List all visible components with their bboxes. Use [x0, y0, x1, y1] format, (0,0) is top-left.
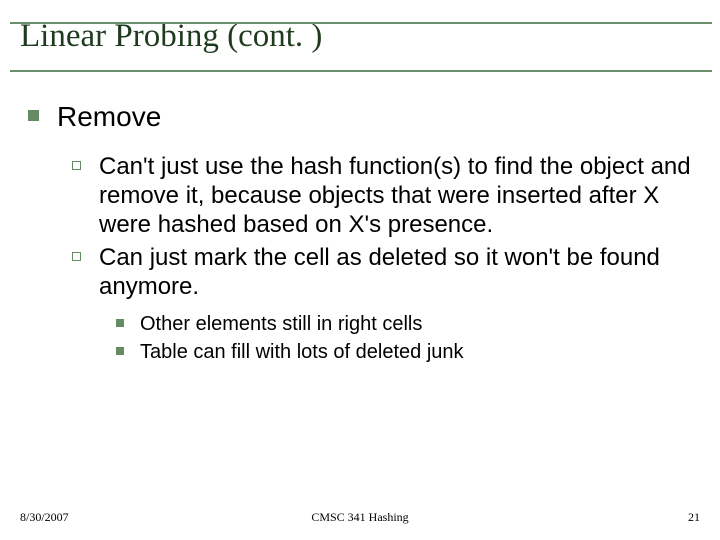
- bullet-level3: Table can fill with lots of deleted junk: [116, 339, 692, 365]
- bullet-level3-group: Other elements still in right cells Tabl…: [116, 311, 692, 365]
- bullet-level2: Can't just use the hash function(s) to f…: [72, 152, 692, 239]
- square-outline-bullet-icon: [72, 161, 81, 170]
- bullet-level2-text: Can't just use the hash function(s) to f…: [99, 152, 692, 239]
- bullet-level2-text: Can just mark the cell as deleted so it …: [99, 243, 692, 301]
- footer-page-number: 21: [688, 510, 700, 525]
- bullet-level3: Other elements still in right cells: [116, 311, 692, 337]
- bullet-level1: Remove: [28, 100, 692, 134]
- footer-center: CMSC 341 Hashing: [0, 510, 720, 525]
- bullet-level3-text: Other elements still in right cells: [140, 311, 422, 337]
- square-bullet-icon: [28, 110, 39, 121]
- title-rule-top: [10, 22, 712, 24]
- slide-footer: 8/30/2007 CMSC 341 Hashing 21: [0, 510, 720, 530]
- square-bullet-icon: [116, 319, 124, 327]
- bullet-level2: Can just mark the cell as deleted so it …: [72, 243, 692, 301]
- slide-body: Remove Can't just use the hash function(…: [28, 100, 692, 367]
- square-bullet-icon: [116, 347, 124, 355]
- slide: Linear Probing (cont. ) Remove Can't jus…: [0, 0, 720, 540]
- bullet-level3-text: Table can fill with lots of deleted junk: [140, 339, 464, 365]
- bullet-level1-text: Remove: [57, 100, 161, 134]
- bullet-level2-group: Can't just use the hash function(s) to f…: [72, 152, 692, 365]
- slide-title: Linear Probing (cont. ): [0, 0, 720, 61]
- square-outline-bullet-icon: [72, 252, 81, 261]
- title-rule-bottom: [10, 70, 712, 72]
